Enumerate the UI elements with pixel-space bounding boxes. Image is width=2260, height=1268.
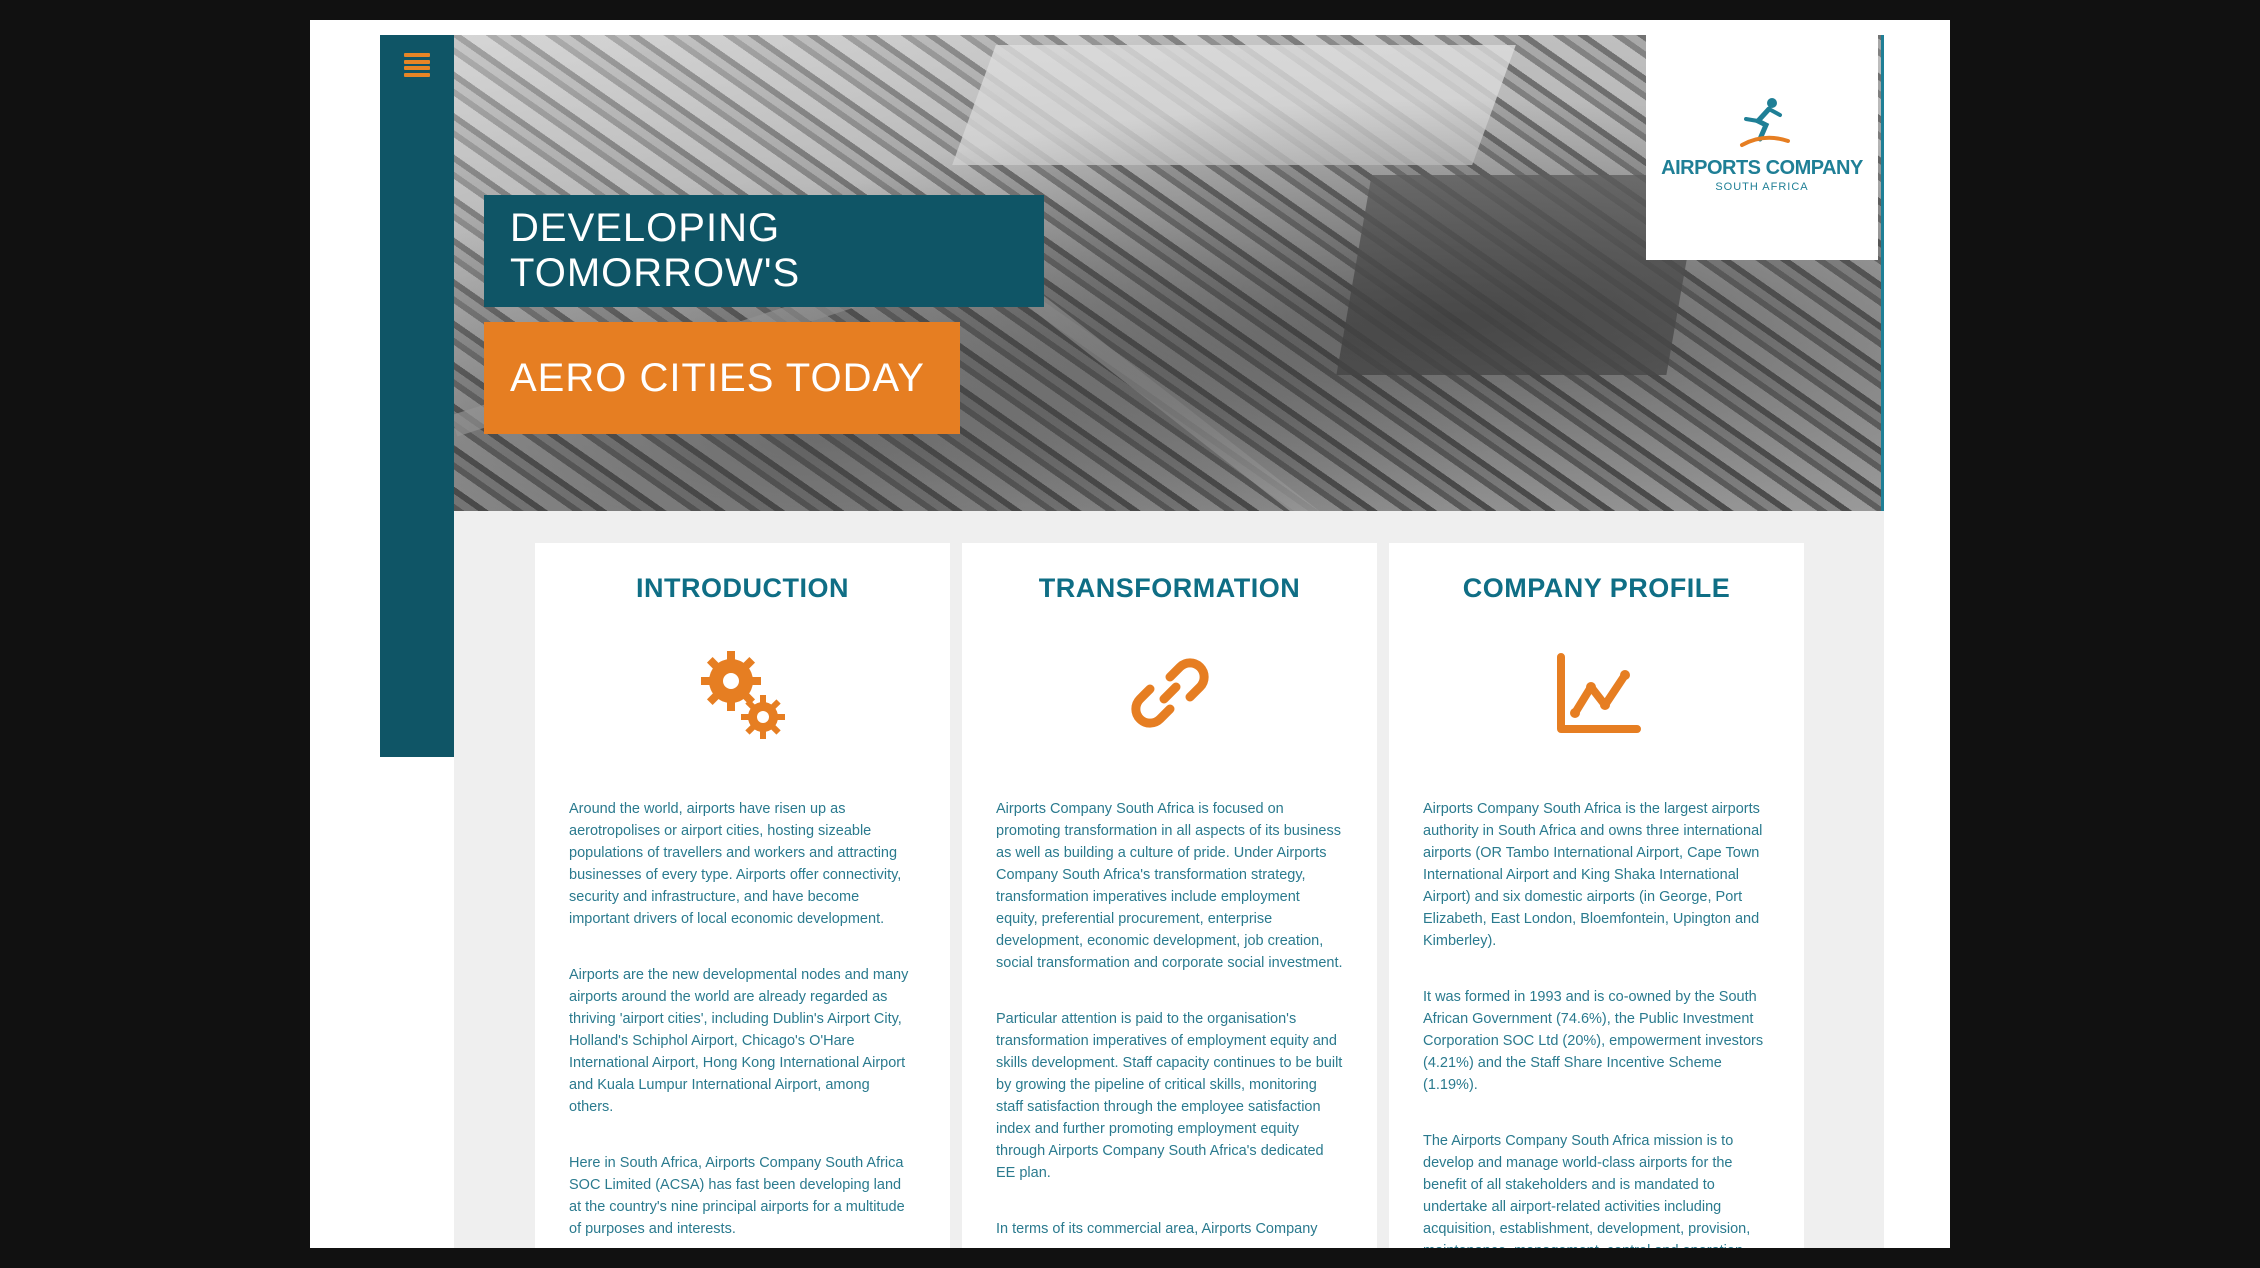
hero-divider [1881,35,1884,511]
card-company-profile: COMPANY PROFILE Airports Company South A… [1389,543,1804,1248]
logo-country: SOUTH AFRICA [1715,181,1809,193]
card-paragraph: In terms of its commercial area, Airport… [996,1221,1318,1237]
card-paragraph: It was formed in 1993 and is co-owned by… [1423,989,1764,1093]
hero-banner: DEVELOPING TOMORROW'S AERO CITIES TODAY … [454,35,1884,511]
card-title: COMPANY PROFILE [1462,573,1731,603]
card-body: Airports Company South Africa is focused… [996,798,1343,1248]
card-body: Around the world, airports have risen up… [569,798,916,1248]
sidebar [380,35,454,757]
card-title: TRANSFORMATION [1038,573,1301,603]
card-paragraph: Airports are the new developmental nodes… [569,967,909,1115]
line-chart-icon [1556,653,1641,733]
card-introduction: INTRODUCTION Around the world, airports … [535,543,950,1248]
card-paragraph: The Airports Company South Africa missio… [1423,1133,1751,1248]
card-body: Airports Company South Africa is the lar… [1423,798,1770,1248]
card-paragraph: Airports Company South Africa is focused… [996,801,1343,971]
card-paragraph: Particular attention is paid to the orga… [996,1011,1343,1181]
hero-headline-line1: DEVELOPING TOMORROW'S [484,195,1044,307]
page: DEVELOPING TOMORROW'S AERO CITIES TODAY … [310,20,1950,1248]
card-title: INTRODUCTION [636,573,849,603]
card-paragraph: Airports Company South Africa is the lar… [1423,801,1763,949]
card-paragraph: Around the world, airports have risen up… [569,801,902,927]
company-logo[interactable]: AIRPORTS COMPANY SOUTH AFRICA [1646,35,1878,260]
logo-company-name: AIRPORTS COMPANY [1661,157,1863,179]
card-transformation: TRANSFORMATION Airports Company South Af… [962,543,1377,1248]
runner-logo-icon [1740,98,1790,147]
gears-icon [700,651,785,739]
link-icon [1130,658,1209,728]
card-paragraph: Here in South Africa, Airports Company S… [569,1155,905,1237]
hamburger-menu-icon[interactable] [404,53,430,77]
hero-headline-line2: AERO CITIES TODAY [484,322,960,434]
